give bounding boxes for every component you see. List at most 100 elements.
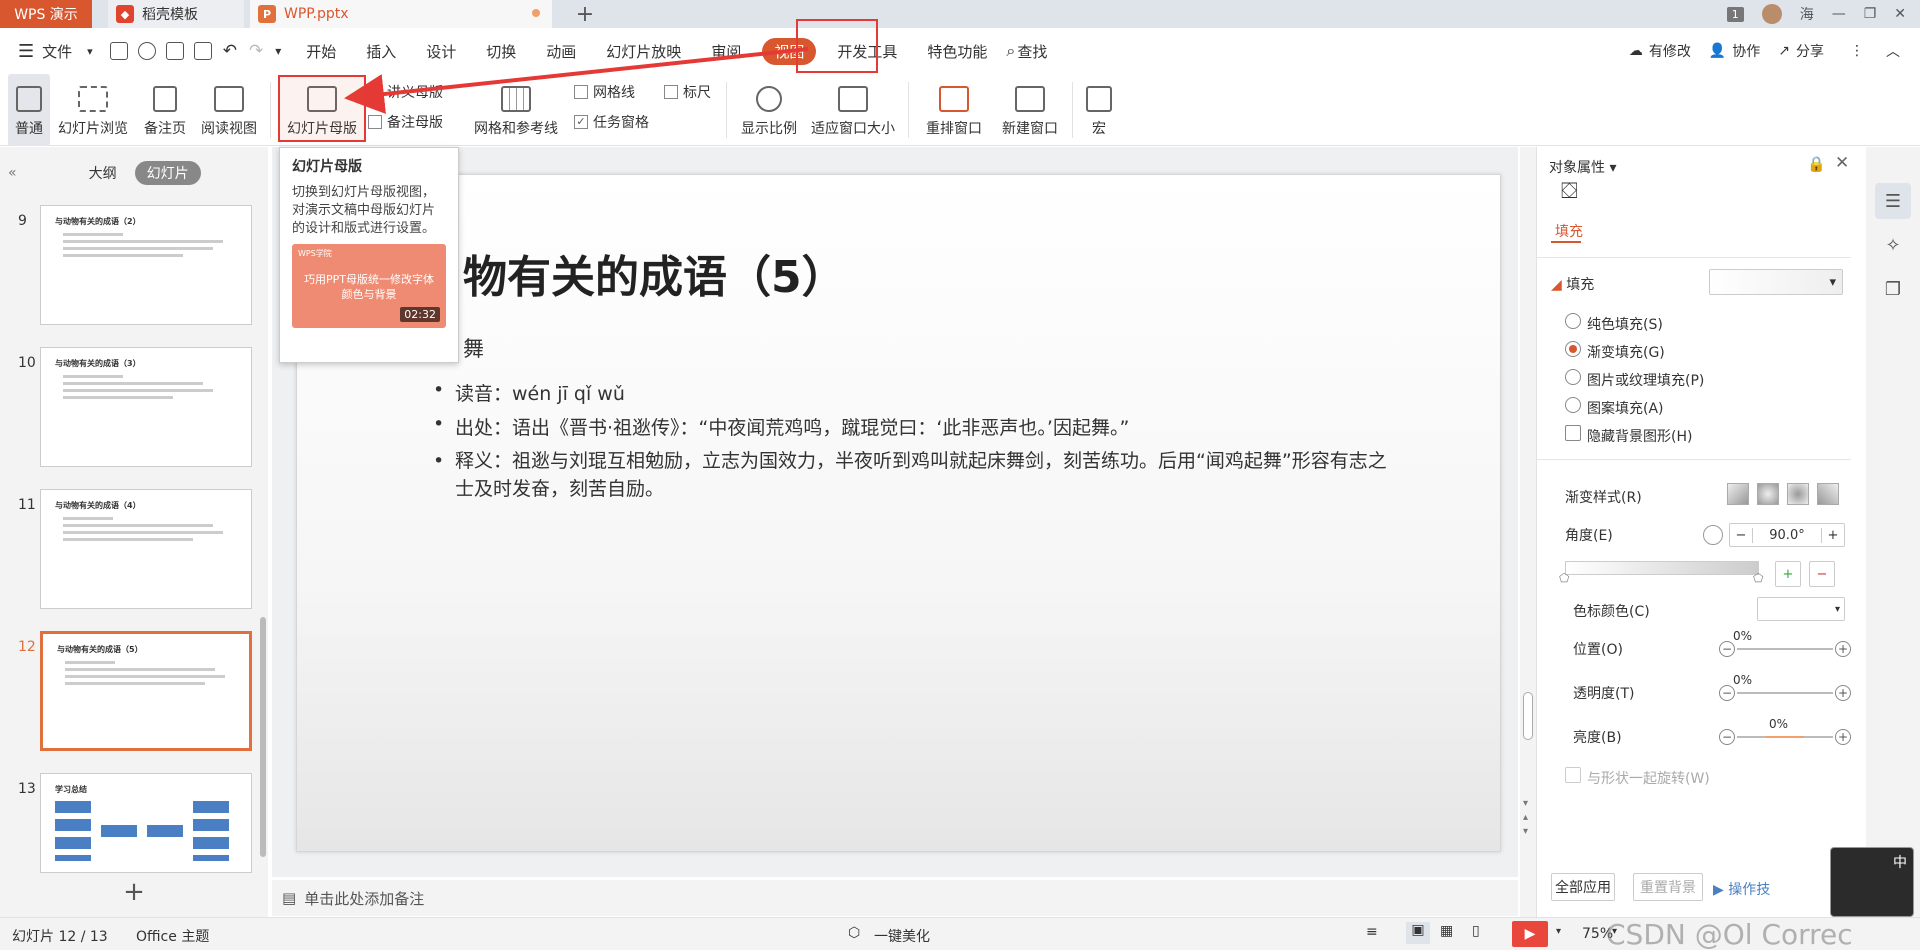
decrement-icon[interactable]: − [1730,528,1752,543]
share-icon[interactable]: ↗ [1778,43,1790,59]
magic-icon[interactable]: ✧ [1875,227,1911,263]
slide-sorter-button[interactable]: 幻灯片浏览 [54,74,132,146]
picture-fill-radio[interactable] [1565,369,1581,385]
new-tab-button[interactable]: + [570,0,600,28]
grid-guides-button[interactable]: 网格和参考线 [470,74,562,146]
add-stop-icon[interactable]: + [1775,561,1801,587]
slide-title[interactable]: 物有关的成语（5） [463,241,846,305]
fit-window-button[interactable]: 适应窗口大小 [806,74,900,146]
sorter-view-status-icon[interactable]: ▦ [1440,923,1453,939]
gradient-rect-icon[interactable] [1787,483,1809,505]
notes-area[interactable]: ▤ 单击此处添加备注 [272,880,1518,916]
window-count-badge[interactable]: 1 [1726,6,1744,22]
normal-view-status-icon[interactable]: ▣ [1406,922,1430,944]
play-options-icon[interactable]: ▾ [1556,926,1561,937]
more-icon[interactable]: ⋮ [1850,43,1864,59]
slide-thumbnail[interactable]: 与动物有关的成语（2） [40,205,252,325]
slide-thumbnail-selected[interactable]: 与动物有关的成语（5） [40,631,252,751]
task-pane-box[interactable]: ✓ [574,115,588,129]
ruler-box[interactable] [664,85,678,99]
transparency-plus-icon[interactable]: + [1835,685,1851,701]
user-avatar[interactable] [1761,4,1782,24]
beautify-icon[interactable]: ⬡ [848,925,860,941]
stop-color-dropdown[interactable]: ▾ [1757,597,1845,621]
menu-animations[interactable]: 动画 [546,41,576,62]
gradient-fill-option[interactable]: 渐变填充(G) [1565,341,1665,362]
undo-icon[interactable]: ↶ [223,41,237,61]
chevron-down-icon[interactable]: ▾ [87,45,93,58]
hide-bg-option[interactable]: 隐藏背景图形(H) [1565,425,1692,446]
apply-all-button[interactable]: 全部应用 [1551,873,1615,901]
menu-special[interactable]: 特色功能 [927,41,987,62]
copy-icon[interactable]: ❐ [1875,271,1911,307]
hide-bg-checkbox[interactable] [1565,425,1581,441]
collab-label[interactable]: 协作 [1732,41,1760,61]
tab-slides[interactable]: 幻灯片 [134,161,201,185]
position-plus-icon[interactable]: + [1835,641,1851,657]
reading-view-status-icon[interactable]: ▯ [1472,923,1480,939]
beautify-button[interactable]: 一键美化 [874,926,930,946]
menu-insert[interactable]: 插入 [366,41,396,62]
bullet-item[interactable]: • 出处：语出《晋书·祖逖传》：“中夜闻荒鸡鸣，蹴琨觉曰：‘此非恶声也。’因起舞… [433,413,1393,440]
angle-stepper[interactable]: − 90.0° + [1729,523,1845,547]
transparency-minus-icon[interactable]: − [1719,685,1735,701]
brightness-minus-icon[interactable]: − [1719,729,1735,745]
minimize-icon[interactable]: — [1832,6,1846,22]
changes-label[interactable]: 有修改 [1649,41,1691,61]
canvas-scrollbar[interactable]: ▾ ▴ ▾ [1520,147,1536,917]
bullet-item[interactable]: • 读音：wén jī qǐ wǔ [433,379,1393,406]
print-preview-icon[interactable] [193,42,212,60]
picture-fill-option[interactable]: 图片或纹理填充(P) [1565,369,1704,390]
hamburger-icon[interactable]: ☰ [18,41,34,62]
print-icon[interactable] [165,42,184,60]
gridlines-checkbox[interactable]: 网格线 [574,82,635,102]
remove-stop-icon[interactable]: − [1809,561,1835,587]
gradient-linear-icon[interactable] [1727,483,1749,505]
zoom-button[interactable]: 显示比例 [736,74,802,146]
redo-icon[interactable]: ↷ [249,41,263,61]
slide-thumbnail[interactable]: 与动物有关的成语（3） [40,347,252,467]
tutorial-video-card[interactable]: WPS学院 巧用PPT母版统一修改字体颜色与背景 02:32 [292,244,446,328]
tab-fill[interactable]: 填充 [1555,221,1583,241]
notes-master-button[interactable]: 备注母版 [368,112,443,132]
rotate-checkbox[interactable] [1565,767,1581,783]
panel-scrollbar[interactable] [260,617,266,857]
menu-design[interactable]: 设计 [426,41,456,62]
bullet-item[interactable]: • 释义：祖逖与刘琨互相勉励，立志为国效力，半夜听到鸡叫就起床舞剑，刻苦练功。后… [433,447,1393,503]
notes-toggle-icon[interactable]: ≡ [1366,924,1378,940]
properties-icon[interactable]: ☰ [1875,183,1911,219]
gradient-path-icon[interactable] [1817,483,1839,505]
slide-subtitle[interactable]: 舞 [463,333,484,363]
menu-review[interactable]: 审阅 [711,41,741,62]
gridlines-box[interactable] [574,85,588,99]
notes-page-button[interactable]: 备注页 [138,74,192,146]
play-slideshow-icon[interactable]: ▶ [1512,921,1548,947]
scroll-arrows-icon[interactable]: ▾ ▴ ▾ [1523,797,1528,839]
collapse-ribbon-icon[interactable]: ︿ [1886,41,1900,61]
increment-icon[interactable]: + [1822,528,1844,543]
collab-icon[interactable]: 👤 [1709,43,1726,59]
rotate-with-shape-option[interactable]: 与形状一起旋转(W) [1565,767,1710,788]
add-slide-button[interactable]: + [0,877,268,907]
tab-wpp-file[interactable]: P WPP.pptx [250,0,552,28]
tips-link[interactable]: ▶ 操作技 [1713,879,1770,899]
tab-wps-app[interactable]: WPS 演示 [0,0,92,28]
solid-fill-option[interactable]: 纯色填充(S) [1565,313,1663,334]
close-window-icon[interactable]: ✕ [1894,6,1906,22]
angle-dial-icon[interactable] [1703,525,1723,545]
menu-transitions[interactable]: 切换 [486,41,516,62]
solid-fill-radio[interactable] [1565,313,1581,329]
angle-value[interactable]: 90.0° [1752,527,1822,543]
pattern-fill-option[interactable]: 图案填充(A) [1565,397,1664,418]
menu-slideshow[interactable]: 幻灯片放映 [606,41,681,62]
fill-color-dropdown[interactable]: ▾ [1709,269,1843,295]
stop-marker-icon[interactable]: ⬠ [1559,571,1569,585]
close-panel-icon[interactable]: ✕ [1835,153,1849,173]
lock-icon[interactable]: 🔒 [1807,155,1826,173]
collapse-panel-icon[interactable]: « [8,165,17,181]
gradient-fill-radio[interactable] [1565,341,1581,357]
menu-search[interactable]: 查找 [1017,41,1047,62]
lasso-icon[interactable] [137,42,156,60]
search-icon[interactable]: ⌕ [1006,41,1015,61]
fill-section-header[interactable]: ◢ 填充 [1551,274,1594,294]
